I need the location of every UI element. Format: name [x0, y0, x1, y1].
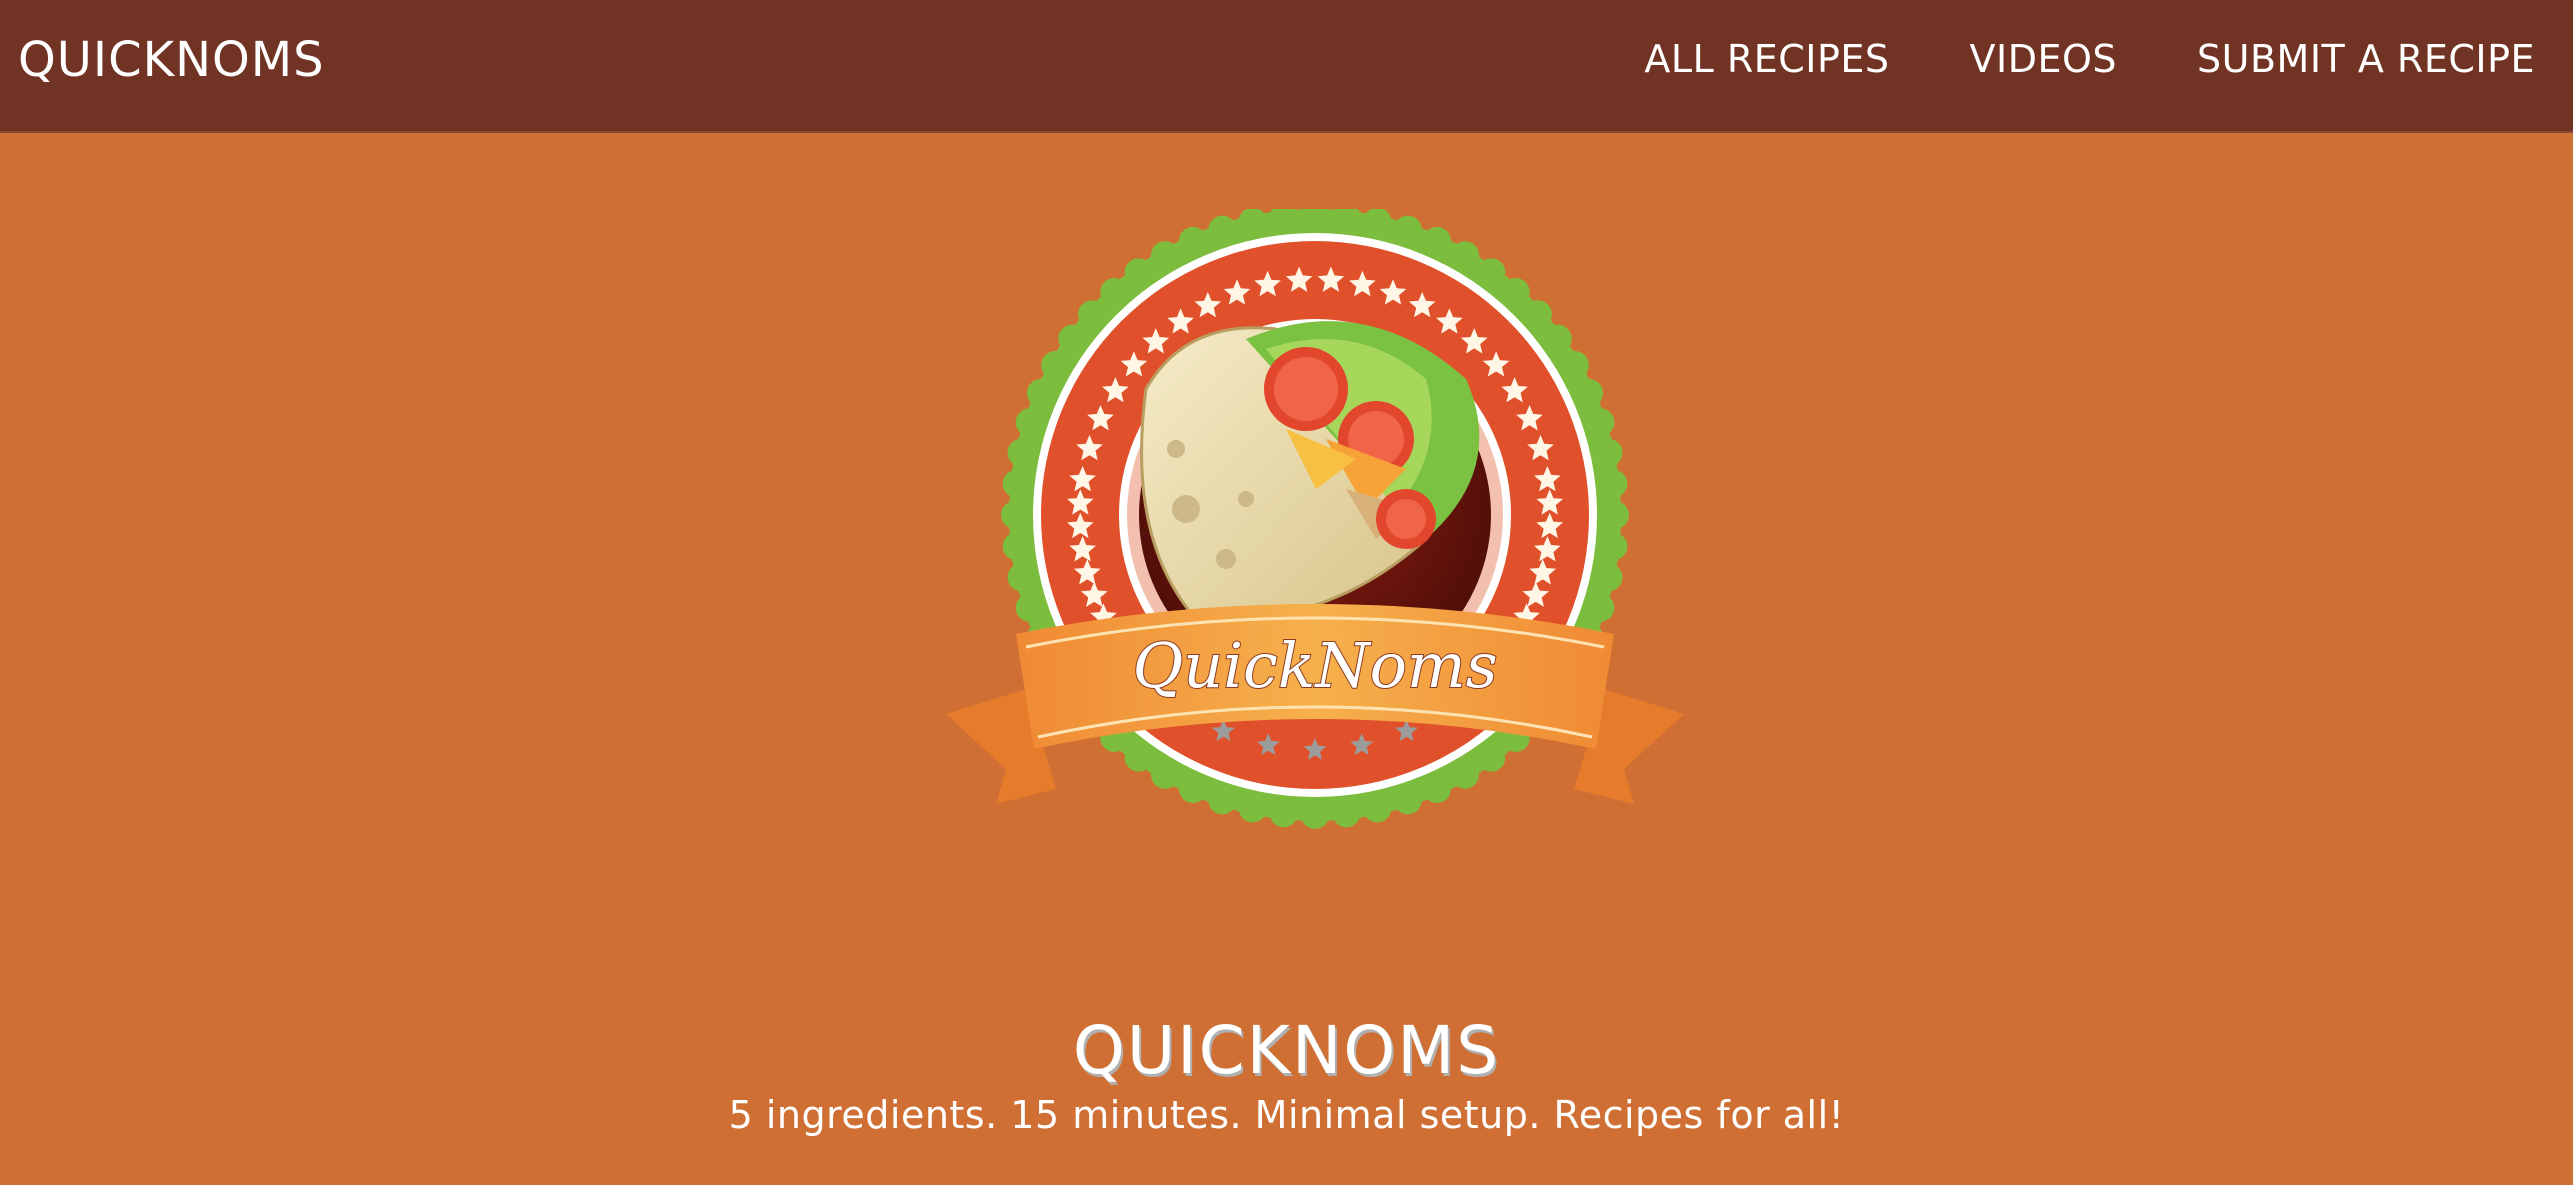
quicknoms-logo-badge: QuickNoms [946, 209, 1684, 829]
logo-wordmark: QuickNoms [1132, 629, 1497, 702]
hero-tagline: 5 ingredients. 15 minutes. Minimal setup… [728, 1093, 1845, 1137]
brand-link[interactable]: QUICKNOMS [18, 30, 325, 90]
hero-title: QUICKNOMS [1072, 1012, 1501, 1089]
nav-videos-link[interactable]: VIDEOS [1970, 30, 2118, 90]
nav-all-recipes-link[interactable]: ALL RECIPES [1644, 30, 1889, 90]
top-navbar: QUICKNOMS ALL RECIPES VIDEOS SUBMIT A RE… [0, 0, 2573, 133]
nav-links: ALL RECIPES VIDEOS SUBMIT A RECIPE [1644, 30, 2535, 90]
hero-section: QuickNoms QUICKNOMS 5 ingredients. 15 mi… [0, 133, 2573, 1185]
nav-submit-recipe-link[interactable]: SUBMIT A RECIPE [2197, 30, 2535, 90]
